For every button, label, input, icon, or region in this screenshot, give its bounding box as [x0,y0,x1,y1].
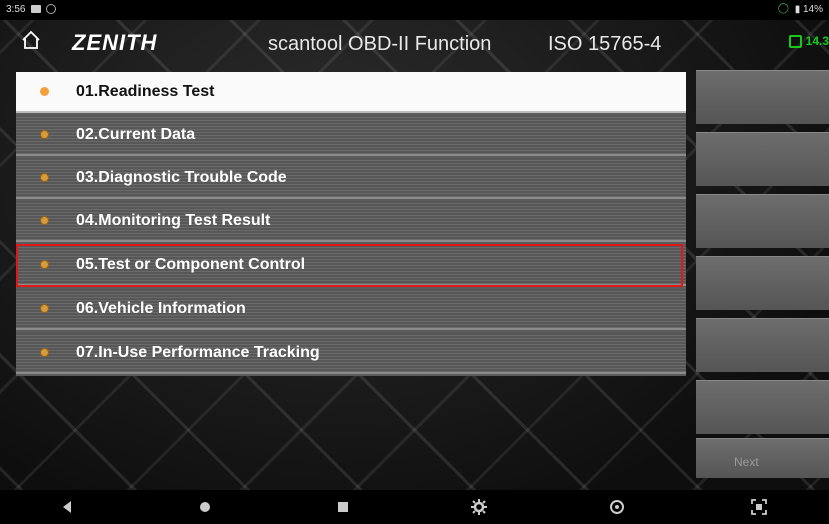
menu-item-label: 05.Test or Component Control [76,256,306,273]
bullet-icon [40,87,49,96]
bullet-icon [40,304,49,313]
status-time: 3:56 [6,4,26,15]
menu-item-current-data[interactable]: 02.Current Data [16,115,686,156]
menu-item-readiness-test[interactable]: 01.Readiness Test [16,72,686,113]
brand-logo: ZENITH [72,30,158,55]
back-icon[interactable] [58,498,76,516]
settings-gear-icon[interactable] [470,498,488,516]
wifi-icon: ◯ [777,3,789,14]
menu-item-label: 02.Current Data [76,126,196,143]
side-button-2[interactable] [696,132,829,186]
menu-item-diagnostic-trouble-code[interactable]: 03.Diagnostic Trouble Code [16,158,686,199]
voltage-value: 14.3 [805,34,829,48]
bullet-icon [40,348,49,357]
menu-item-in-use-performance-tracking[interactable]: 07.In-Use Performance Tracking [16,333,686,374]
status-bar: 3:56 ◯ ▮ 14% [0,0,829,20]
bullet-icon [40,130,49,139]
side-button-5[interactable] [696,318,829,372]
next-button[interactable]: Next [696,438,829,478]
system-nav-bar [0,490,829,524]
function-menu: 01.Readiness Test 02.Current Data 03.Dia… [16,72,686,376]
next-button-label: Next [734,455,759,469]
screenshot-icon[interactable] [750,498,768,516]
bullet-icon [40,260,49,269]
battery-voltage-icon [788,35,802,49]
bullet-icon [40,216,49,225]
power-icon[interactable] [608,498,626,516]
protocol-label: ISO 15765-4 [548,33,662,55]
menu-item-monitoring-test-result[interactable]: 04.Monitoring Test Result [16,201,686,242]
notification-icon [31,5,41,13]
battery-percent: 14% [802,4,823,15]
menu-item-vehicle-information[interactable]: 06.Vehicle Information [16,289,686,330]
side-button-6[interactable] [696,380,829,434]
menu-item-label: 07.In-Use Performance Tracking [76,344,320,361]
side-button-1[interactable] [696,70,829,124]
side-button-panel: Next [696,66,829,486]
battery-voltage: 14.3 [788,34,829,49]
menu-item-test-or-component-control[interactable]: 05.Test or Component Control [16,245,686,286]
side-button-3[interactable] [696,194,829,248]
page-title: scantool OBD-II Function [268,33,492,55]
app-header: ZENITH scantool OBD-II Function ISO 1576… [0,20,829,66]
side-button-4[interactable] [696,256,829,310]
menu-item-label: 06.Vehicle Information [76,300,246,317]
bullet-icon [40,173,49,182]
battery-level: ▮ 14% [794,4,823,15]
home-icon[interactable] [20,29,42,51]
sync-icon [46,4,56,14]
menu-item-label: 01.Readiness Test [76,83,215,100]
recents-icon[interactable] [334,498,352,516]
home-circle-icon[interactable] [196,498,214,516]
menu-item-label: 04.Monitoring Test Result [76,212,271,229]
menu-item-label: 03.Diagnostic Trouble Code [76,169,287,186]
